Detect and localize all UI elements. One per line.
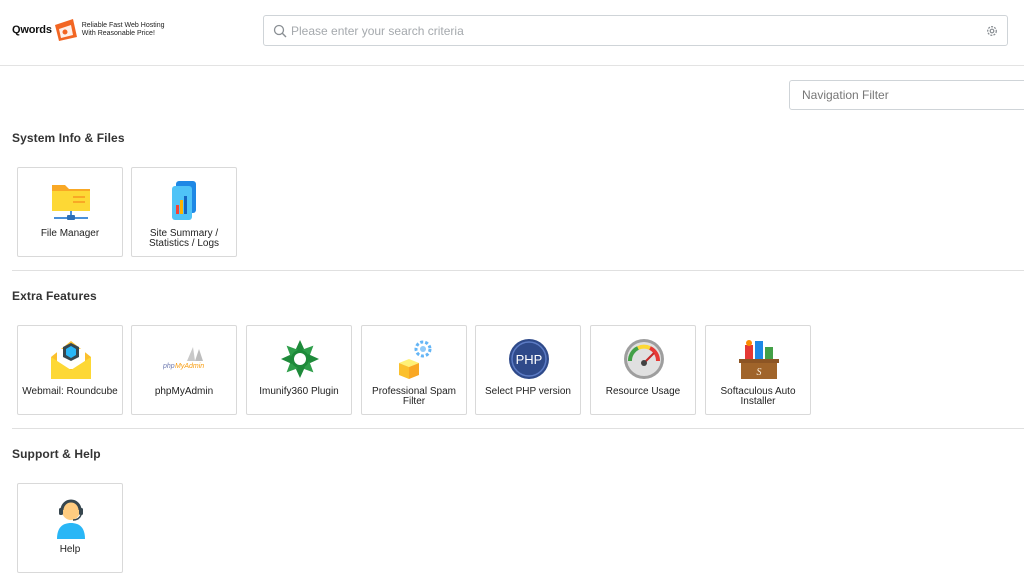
- svg-text:S: S: [757, 367, 762, 378]
- tile-label: phpMyAdmin: [154, 386, 214, 397]
- tile-select-php[interactable]: PHP Select PHP version: [475, 325, 581, 415]
- tile-softaculous[interactable]: S Softaculous Auto Installer: [705, 325, 811, 415]
- logo-tagline-line1: Reliable Fast Web Hosting: [81, 22, 165, 29]
- imunify360-icon: [281, 340, 319, 378]
- logo-wordmark: Qwords: [12, 24, 52, 36]
- tile-file-manager[interactable]: File Manager: [17, 167, 123, 257]
- svg-text:PHP: PHP: [516, 352, 543, 367]
- navigation-filter-input[interactable]: [802, 81, 1022, 109]
- tile-label: Select PHP version: [485, 386, 571, 397]
- section-title-system-info: System Info & Files: [12, 131, 125, 145]
- section-title-support-help: Support & Help: [12, 447, 101, 461]
- search-input[interactable]: [291, 16, 971, 45]
- section-divider: [12, 428, 1024, 429]
- qwords-logo[interactable]: Qwords Reliable Fast Web Hosting With Re…: [12, 17, 182, 43]
- tile-resource-usage[interactable]: Resource Usage: [590, 325, 696, 415]
- svg-text:MyAdmin: MyAdmin: [175, 363, 204, 370]
- tile-spam-filter[interactable]: Professional Spam Filter: [361, 325, 467, 415]
- search-box: [263, 15, 1008, 46]
- tile-label: Help: [59, 544, 81, 555]
- section-divider: [12, 270, 1024, 271]
- tile-imunify360[interactable]: Imunify360 Plugin: [246, 325, 352, 415]
- phpmyadmin-icon: php MyAdmin: [163, 347, 204, 370]
- tile-label: Imunify360 Plugin: [259, 386, 339, 397]
- tile-site-summary[interactable]: Site Summary / Statistics / Logs: [131, 167, 237, 257]
- tile-label: Site Summary / Statistics / Logs: [148, 228, 220, 249]
- search-icon: [273, 24, 287, 38]
- softaculous-icon: S: [739, 340, 779, 379]
- tile-label: Webmail: Roundcube: [22, 386, 118, 397]
- logo-mark-icon: [54, 19, 77, 41]
- spam-filter-icon: [399, 340, 432, 379]
- folder-icon: [52, 185, 90, 220]
- logo-tagline-line2: With Reasonable Price!: [81, 30, 155, 37]
- tile-webmail-roundcube[interactable]: Webmail: Roundcube: [17, 325, 123, 415]
- tile-label: File Manager: [40, 228, 100, 239]
- tile-phpmyadmin[interactable]: php MyAdmin phpMyAdmin: [131, 325, 237, 415]
- gauge-icon: [624, 339, 664, 379]
- php-icon: PHP: [509, 339, 549, 379]
- tile-label: Professional Spam Filter: [372, 386, 456, 407]
- logo-tagline: Reliable Fast Web Hosting With Reasonabl…: [82, 22, 182, 38]
- statistics-icon: [172, 181, 196, 220]
- svg-text:php: php: [163, 363, 175, 370]
- support-agent-icon: [57, 499, 85, 539]
- webmail-icon: [51, 341, 91, 379]
- top-header: Qwords Reliable Fast Web Hosting With Re…: [0, 0, 1024, 66]
- navigation-filter-box: [789, 80, 1024, 110]
- tile-label: Resource Usage: [605, 386, 681, 397]
- tile-label: Softaculous Auto Installer: [720, 386, 796, 407]
- tile-help[interactable]: Help: [17, 483, 123, 573]
- section-title-extra-features: Extra Features: [12, 289, 97, 303]
- gear-icon[interactable]: [985, 24, 999, 38]
